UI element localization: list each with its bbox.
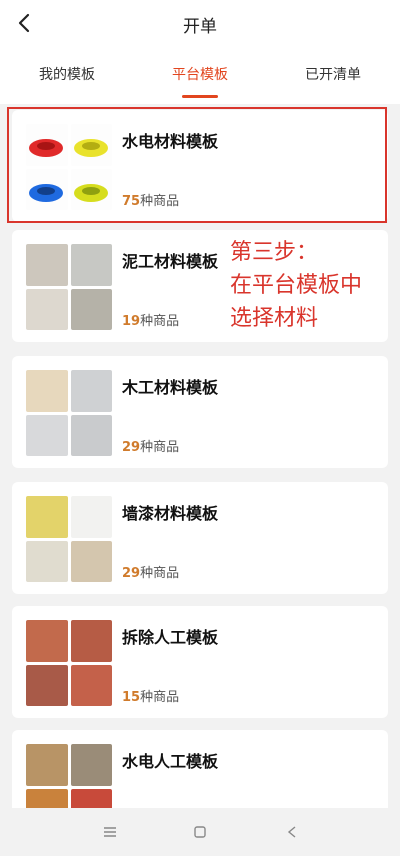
metal-channel-image: [70, 414, 112, 456]
paint-bucket-image: [70, 496, 112, 538]
wood-board-image: [26, 370, 68, 412]
sand-bag-image: [26, 288, 68, 330]
template-thumbnail: [26, 496, 112, 582]
item-count-number: 29: [122, 440, 141, 455]
menu-icon: [104, 827, 116, 837]
template-card-demolition-labor[interactable]: 拆除人工模板 15种商品: [12, 606, 388, 718]
bricks-image: [70, 288, 112, 330]
item-count: 19种商品: [122, 310, 179, 329]
tab-bar: 我的模板 平台模板 已开清单: [0, 48, 400, 104]
template-thumbnail: [26, 620, 112, 706]
annotation-line: 选择材料: [230, 306, 319, 331]
metal-profile-image: [70, 370, 112, 412]
active-tab-indicator: [182, 95, 218, 98]
demolition-debris-image: [26, 664, 68, 706]
metal-rail-image: [26, 414, 68, 456]
item-count-suffix: 种商品: [140, 440, 180, 455]
annotation-line: 在平台模板中: [230, 273, 363, 298]
conduit-image: [26, 788, 68, 808]
system-nav-bar: [0, 808, 400, 856]
paint-tape-image: [26, 496, 68, 538]
template-name: 水电人工模板: [122, 752, 219, 771]
item-count-suffix: 种商品: [140, 566, 180, 581]
template-list[interactable]: 水电材料模板 75种商品 泥工材料模板 19种商品 木工材料模板 29种商品 墙…: [0, 104, 400, 808]
header-bar: 开单: [0, 0, 400, 48]
tutorial-annotation: 第三步： 在平台模板中 选择材料: [230, 236, 395, 335]
item-count: 15种商品: [122, 686, 179, 705]
template-name: 木工材料模板: [122, 378, 219, 397]
demolition-tools-image: [70, 664, 112, 706]
demolition-worker-image: [70, 620, 112, 662]
template-thumbnail: [26, 744, 112, 808]
template-card-plumbing-electric-labor[interactable]: 水电人工模板: [12, 730, 388, 808]
paint-brush-image: [26, 540, 68, 582]
selection-highlight-box: [7, 107, 387, 223]
system-back-button[interactable]: [280, 820, 304, 844]
template-name: 泥工材料模板: [122, 252, 219, 271]
tile-adhesive-image: [70, 244, 112, 286]
wall-groove-image: [70, 744, 112, 786]
home-square-icon: [194, 826, 206, 838]
tab-my-templates[interactable]: 我的模板: [12, 64, 122, 84]
page-title: 开单: [183, 17, 217, 37]
cement-bag-image: [26, 244, 68, 286]
item-count-suffix: 种商品: [140, 314, 180, 329]
back-triangle-icon: [287, 826, 296, 838]
template-name: 拆除人工模板: [122, 628, 219, 647]
template-card-wall-paint-materials[interactable]: 墙漆材料模板 29种商品: [12, 482, 388, 594]
item-count-number: 29: [122, 566, 141, 581]
item-count-number: 19: [122, 314, 141, 329]
template-thumbnail: [26, 244, 112, 330]
demolition-wall-image: [26, 620, 68, 662]
template-card-carpentry-materials[interactable]: 木工材料模板 29种商品: [12, 356, 388, 468]
template-thumbnail: [26, 370, 112, 456]
paint-roller-image: [70, 540, 112, 582]
pipe-install-image: [26, 744, 68, 786]
recent-apps-button[interactable]: [98, 820, 122, 844]
tab-platform-templates[interactable]: 平台模板: [145, 64, 255, 84]
annotation-line: 第三步：: [230, 240, 319, 265]
item-count-suffix: 种商品: [140, 690, 180, 705]
tab-issued-lists[interactable]: 已开清单: [278, 64, 388, 84]
item-count-number: 15: [122, 690, 141, 705]
item-count: 29种商品: [122, 562, 179, 581]
item-count: 29种商品: [122, 436, 179, 455]
home-button[interactable]: [188, 820, 212, 844]
wiring-image: [70, 788, 112, 808]
template-name: 墙漆材料模板: [122, 504, 219, 523]
